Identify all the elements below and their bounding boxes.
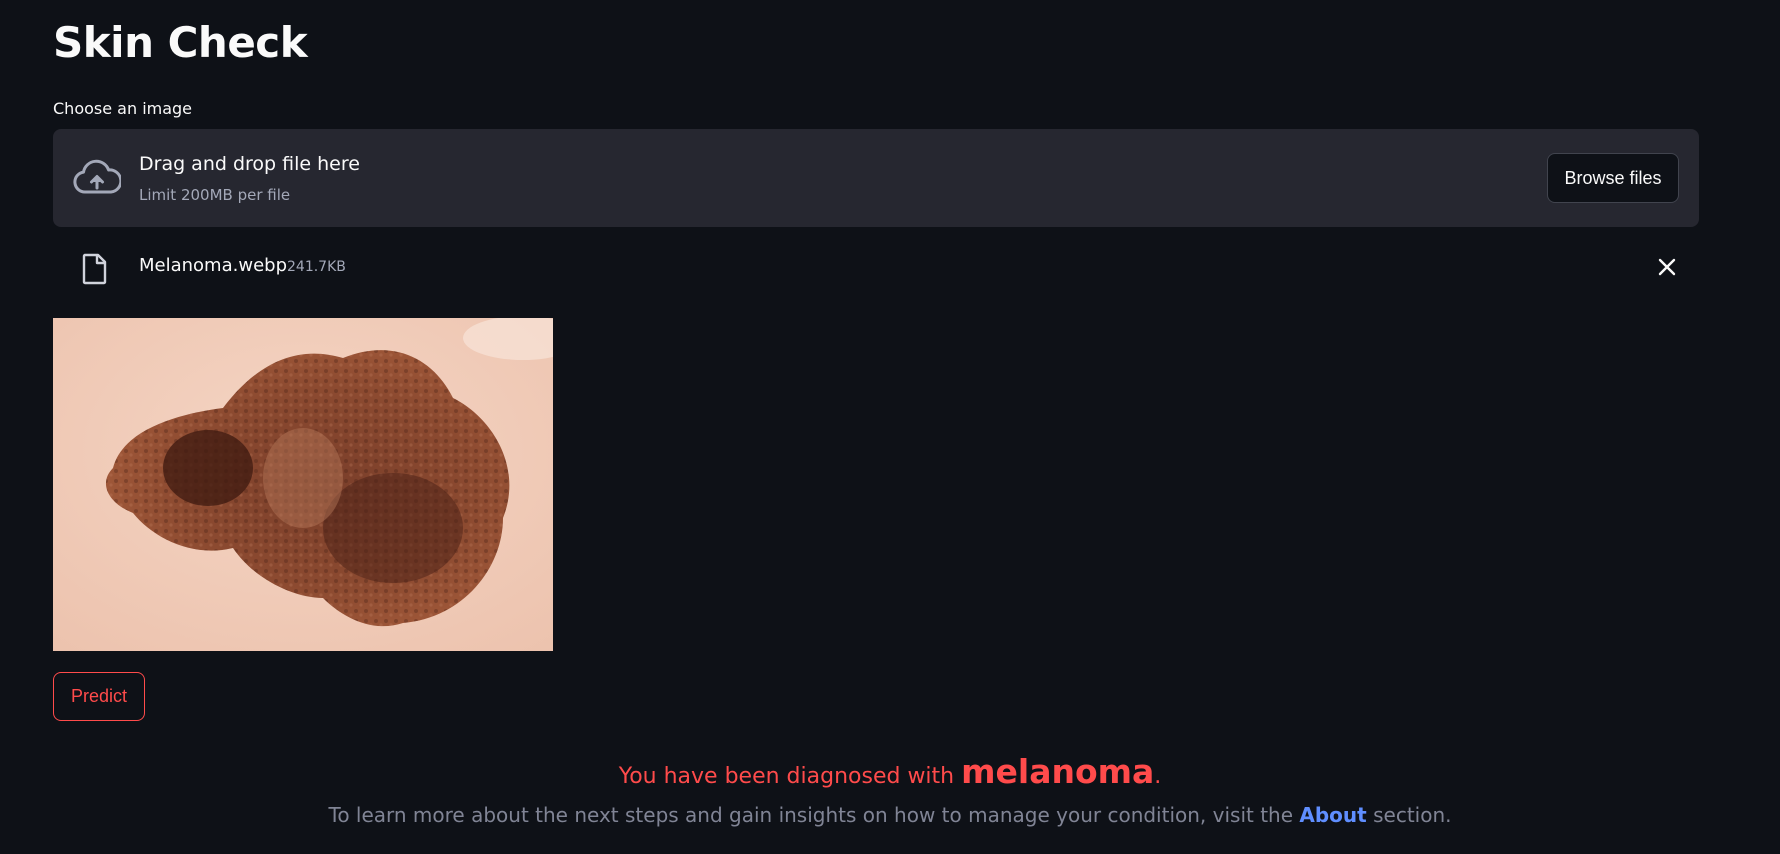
file-icon (82, 253, 107, 285)
diagnosis-name: melanoma (961, 752, 1155, 791)
close-icon (1658, 258, 1676, 276)
uploaded-image-preview (53, 318, 553, 651)
skin-lesion-image (53, 318, 553, 651)
about-link[interactable]: About (1299, 803, 1366, 827)
file-name: Melanoma.webp (139, 255, 287, 276)
uploader-label: Choose an image (53, 99, 193, 118)
info-suffix: section. (1366, 803, 1452, 827)
diagnosis-result: You have been diagnosed with melanoma. (0, 752, 1780, 791)
page-title: Skin Check (53, 18, 308, 67)
predict-button[interactable]: Predict (53, 672, 145, 721)
info-text: To learn more about the next steps and g… (0, 803, 1780, 827)
remove-file-button[interactable] (1651, 251, 1683, 283)
info-prefix: To learn more about the next steps and g… (328, 803, 1300, 827)
browse-files-button[interactable]: Browse files (1547, 153, 1679, 203)
dropzone-title: Drag and drop file here (139, 153, 360, 175)
diagnosis-prefix: You have been diagnosed with (618, 764, 962, 789)
uploaded-file-row: Melanoma.webp 241.7KB (53, 245, 1699, 289)
cloud-upload-icon (73, 159, 121, 194)
file-size: 241.7KB (287, 259, 346, 275)
app-main: Skin Check Choose an image Drag and drop… (0, 0, 1780, 854)
file-dropzone[interactable]: Drag and drop file here Limit 200MB per … (53, 129, 1699, 227)
dropzone-limit: Limit 200MB per file (139, 186, 291, 204)
diagnosis-suffix: . (1154, 764, 1162, 789)
